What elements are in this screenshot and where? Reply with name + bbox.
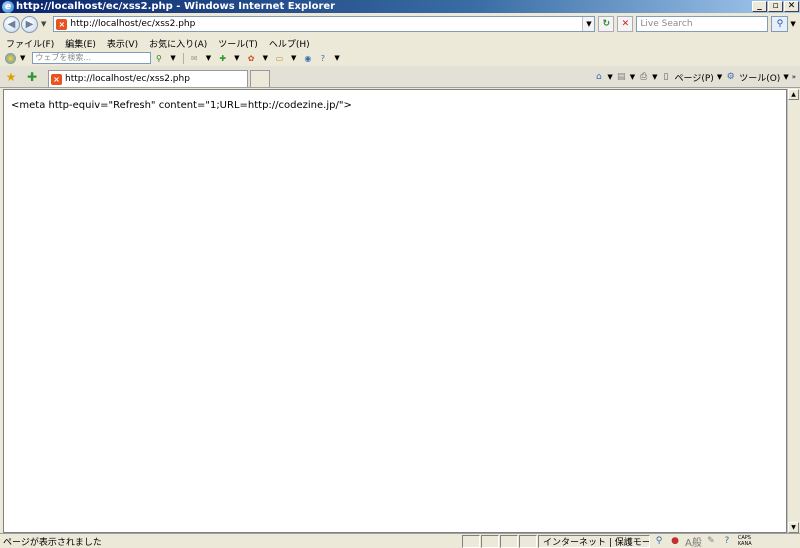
home-icon[interactable]: ⌂ <box>593 72 604 83</box>
address-dropdown-button[interactable]: ▼ <box>582 17 595 31</box>
butterfly-icon[interactable]: ✿ <box>246 53 257 64</box>
add-favorites-icon[interactable]: ✚ <box>25 70 39 84</box>
ime-pen-icon[interactable]: ✎ <box>704 535 718 548</box>
tab-favicon-icon: × <box>51 73 62 85</box>
zoom-icon[interactable]: ⚲ <box>652 535 666 548</box>
tab-active[interactable]: × http://localhost/ec/xss2.php <box>48 70 248 87</box>
add-icon[interactable]: ✚ <box>217 53 228 64</box>
butterfly-dropdown[interactable]: ▼ <box>263 54 268 62</box>
page-favicon-icon: × <box>56 18 68 30</box>
tools-gear-icon: ⚙ <box>726 71 735 82</box>
ie-logo-icon: e <box>2 0 14 13</box>
search-button[interactable]: ⚲ <box>771 16 789 32</box>
url-text[interactable]: http://localhost/ec/xss2.php <box>70 19 582 29</box>
menu-help[interactable]: ヘルプ(H) <box>269 37 310 50</box>
history-dropdown[interactable]: ▼ <box>41 20 46 28</box>
favorites-center-icon[interactable]: ★ <box>4 70 18 84</box>
msn-dropdown[interactable]: ▼ <box>20 54 25 62</box>
status-text: ページが表示されました <box>3 537 102 548</box>
menu-bar: ファイル(F) 編集(E) 表示(V) お気に入り(A) ツール(T) ヘルプ(… <box>0 37 800 50</box>
ime-icon[interactable]: ● <box>668 535 682 548</box>
tab-label: http://localhost/ec/xss2.php <box>65 74 190 84</box>
window-controls: _ ▫ ✕ <box>752 1 799 12</box>
scroll-up-arrow-icon[interactable]: ▲ <box>788 89 799 100</box>
forward-button[interactable]: ▶ <box>21 15 38 33</box>
kana-text: KANA <box>737 541 752 547</box>
status-cell <box>462 534 480 548</box>
tools-dropdown[interactable]: ▼ <box>783 73 788 81</box>
print-dropdown[interactable]: ▼ <box>652 73 657 81</box>
help-dropdown[interactable]: ▼ <box>334 54 339 62</box>
msn-icon[interactable] <box>5 52 16 64</box>
caps-indicator: CAPS KANA <box>738 535 752 547</box>
toolbar-search-dropdown[interactable]: ▼ <box>170 54 175 62</box>
feeds-icon[interactable]: ▤ <box>616 72 627 83</box>
page-dropdown[interactable]: ▼ <box>717 73 722 81</box>
zone-text: インターネット | 保護モード: 有 <box>543 537 650 548</box>
tools-menu[interactable]: ツール(O) <box>739 71 780 84</box>
folder-dropdown[interactable]: ▼ <box>291 54 296 62</box>
vertical-scrollbar[interactable]: ▲ ▼ <box>787 89 799 533</box>
page-menu[interactable]: ページ(P) <box>675 71 714 84</box>
menu-favorites[interactable]: お気に入り(A) <box>149 37 207 50</box>
new-tab-button[interactable] <box>250 70 270 87</box>
mail-icon[interactable]: ✉ <box>189 53 200 64</box>
address-row: ◀ ▶ ▼ × http://localhost/ec/xss2.php ▼ ↻… <box>0 13 800 35</box>
chevron-more-icon[interactable]: » <box>792 73 796 81</box>
refresh-button[interactable]: ↻ <box>598 16 615 32</box>
status-cells <box>462 534 538 548</box>
tab-row: ★ ✚ × http://localhost/ec/xss2.php ⌂ ▼ ▤… <box>0 66 800 88</box>
ime-mode-text[interactable]: A般 <box>685 534 702 548</box>
links-toolbar: ▼ ウェブを検索... ⚲ ▼ ✉ ▼ ✚ ▼ ✿ ▼ ▭ ▼ ◉ ? ▼ <box>0 50 800 66</box>
security-zone[interactable]: インターネット | 保護モード: 有 <box>538 534 650 548</box>
live-search-input[interactable]: Live Search <box>636 16 769 32</box>
web-search-input[interactable]: ウェブを検索... <box>32 52 152 64</box>
search-options-dropdown[interactable]: ▼ <box>790 20 795 28</box>
status-cell <box>519 534 537 548</box>
messenger-icon[interactable]: ◉ <box>302 53 313 64</box>
menu-edit[interactable]: 編集(E) <box>65 37 96 50</box>
folder-icon[interactable]: ▭ <box>274 53 285 64</box>
ime-help-icon[interactable]: ? <box>720 535 734 548</box>
status-bar: ページが表示されました インターネット | 保護モード: 有 ⚲ ● A般 ✎ … <box>0 533 800 548</box>
toolbar-separator <box>182 52 184 64</box>
menu-view[interactable]: 表示(V) <box>107 37 138 50</box>
maximize-button[interactable]: ▫ <box>768 1 783 12</box>
close-button[interactable]: ✕ <box>784 1 799 12</box>
page-icon: ▯ <box>663 71 669 82</box>
print-icon[interactable]: ⎙ <box>638 72 649 83</box>
page-body-text: <meta http-equiv="Refresh" content="1;UR… <box>11 100 352 111</box>
title-bar: e http://localhost/ec/xss2.php - Windows… <box>0 0 800 13</box>
mail-dropdown[interactable]: ▼ <box>206 54 211 62</box>
toolbar-search-icon[interactable]: ⚲ <box>153 53 164 64</box>
page-content: <meta http-equiv="Refresh" content="1;UR… <box>3 89 787 533</box>
feeds-dropdown[interactable]: ▼ <box>630 73 635 81</box>
command-bar: ⌂ ▼ ▤ ▼ ⎙ ▼ ▯ ページ(P) ▼ ⚙ ツール(O) ▼ » <box>593 67 796 87</box>
back-button[interactable]: ◀ <box>3 15 20 33</box>
minimize-button[interactable]: _ <box>752 1 767 12</box>
help-icon[interactable]: ? <box>317 53 328 64</box>
address-bar[interactable]: × http://localhost/ec/xss2.php ▼ <box>53 16 596 32</box>
menu-file[interactable]: ファイル(F) <box>6 37 54 50</box>
status-cell <box>500 534 518 548</box>
window-title: http://localhost/ec/xss2.php - Windows I… <box>16 1 336 12</box>
stop-button[interactable]: ✕ <box>617 16 634 32</box>
menu-tools[interactable]: ツール(T) <box>218 37 258 50</box>
home-dropdown[interactable]: ▼ <box>607 73 612 81</box>
add-dropdown[interactable]: ▼ <box>234 54 239 62</box>
scroll-down-arrow-icon[interactable]: ▼ <box>788 522 799 533</box>
status-cell <box>481 534 499 548</box>
